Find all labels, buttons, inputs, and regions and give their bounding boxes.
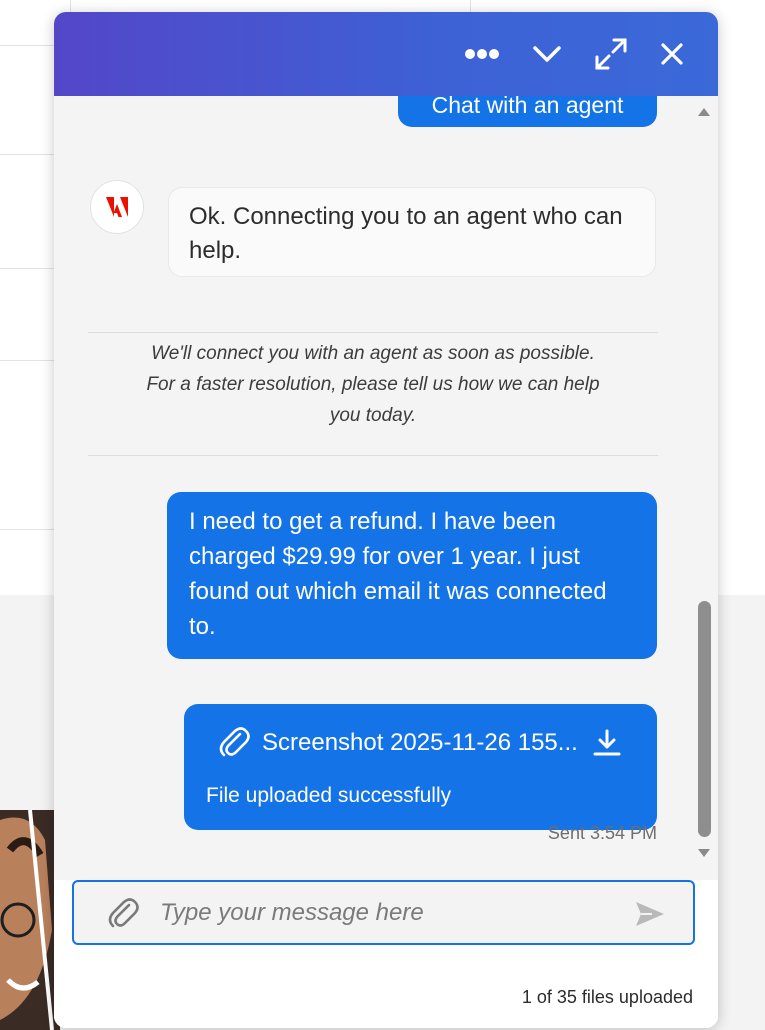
- scrollbar[interactable]: [694, 96, 714, 880]
- scroll-down-icon[interactable]: [698, 849, 710, 857]
- expand-icon: [595, 38, 627, 70]
- more-options-button[interactable]: [462, 34, 502, 74]
- message-composer: 1 of 35 files uploaded: [54, 880, 718, 1028]
- scroll-up-icon[interactable]: [698, 108, 710, 116]
- paperclip-icon[interactable]: [106, 897, 140, 931]
- adobe-logo-icon: [106, 197, 128, 217]
- message-text: I need to get a refund. I have been char…: [189, 508, 607, 640]
- user-message: I need to get a refund. I have been char…: [167, 492, 657, 659]
- close-button[interactable]: [652, 34, 692, 74]
- paperclip-icon: [219, 727, 250, 757]
- files-uploaded-count: 1 of 35 files uploaded: [521, 987, 693, 1007]
- notice-line: you today.: [329, 405, 417, 426]
- divider: [88, 455, 658, 456]
- bot-message: Ok. Connecting you to an agent who can h…: [168, 187, 656, 277]
- scrollbar-thumb[interactable]: [698, 601, 711, 837]
- upload-status-text: File uploaded successfully: [206, 784, 452, 807]
- background-divider: [470, 0, 471, 12]
- attachment-filename[interactable]: Screenshot 2025-11-26 155...: [262, 729, 578, 757]
- background-photo: [0, 810, 60, 1030]
- system-notice: We'll connect you with an agent as soon …: [88, 338, 658, 431]
- message-input[interactable]: [158, 892, 622, 934]
- download-icon[interactable]: [592, 728, 622, 758]
- sent-timestamp: Sent 3:54 PM: [547, 823, 657, 843]
- close-icon: [661, 43, 683, 65]
- minimize-button[interactable]: [527, 34, 567, 74]
- user-message: Chat with an agent: [398, 96, 657, 127]
- send-icon[interactable]: [634, 900, 666, 928]
- bot-avatar: [90, 180, 144, 234]
- message-text: Ok. Connecting you to an agent who can h…: [189, 203, 623, 264]
- chat-window: Chat with an agent Ok. Connecting you to…: [54, 12, 718, 1028]
- attachment-row: Screenshot 2025-11-26 155...: [218, 726, 635, 760]
- notice-line: We'll connect you with an agent as soon …: [151, 343, 595, 364]
- more-horizontal-icon: [465, 49, 499, 59]
- message-list[interactable]: Chat with an agent Ok. Connecting you to…: [54, 96, 718, 880]
- message-input-box[interactable]: [72, 880, 695, 945]
- chevron-down-icon: [533, 46, 561, 62]
- chat-header: [54, 12, 718, 96]
- message-text: Chat with an agent: [431, 96, 624, 118]
- file-message: Screenshot 2025-11-26 155... File upload…: [184, 704, 657, 830]
- divider: [88, 332, 658, 333]
- expand-button[interactable]: [591, 34, 631, 74]
- notice-line: For a faster resolution, please tell us …: [146, 374, 600, 395]
